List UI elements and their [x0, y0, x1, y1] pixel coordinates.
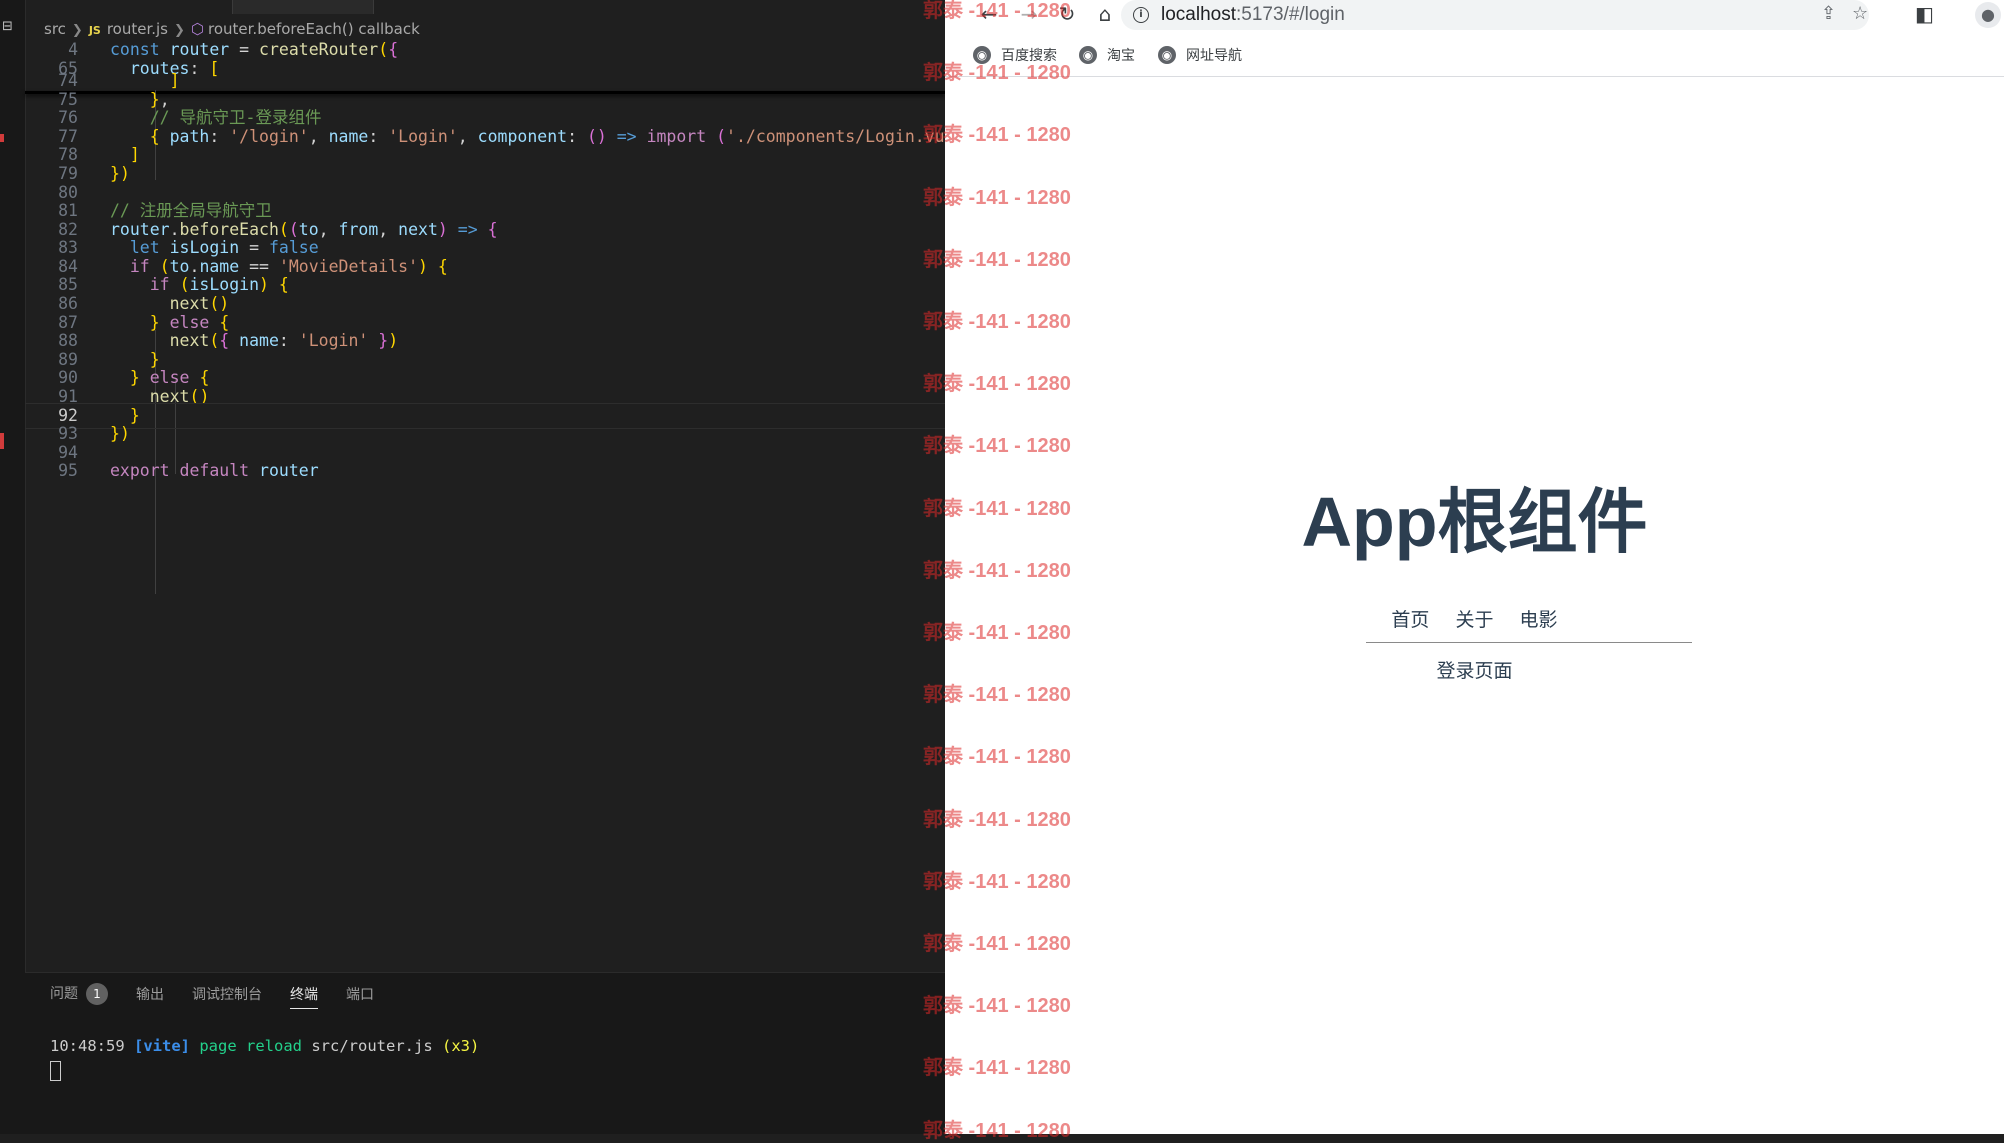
breadcrumb-folder[interactable]: src: [44, 20, 66, 38]
url-path: :5173/#/login: [1236, 4, 1345, 25]
panel-tab[interactable]: 调试控制台: [192, 984, 262, 1008]
bookmark-baidu[interactable]: ◉ 百度搜索: [973, 44, 1057, 66]
site-info-icon[interactable]: i: [1133, 7, 1149, 23]
forward-icon[interactable]: →: [1017, 2, 1041, 26]
chevron-right-icon: ❯: [174, 23, 185, 38]
bookmark-label: 百度搜索: [1001, 48, 1057, 64]
page-title: App根组件: [1301, 483, 1648, 561]
home-icon[interactable]: ⌂: [1093, 2, 1117, 26]
js-file-icon: JS: [88, 24, 101, 37]
globe-icon: ◉: [1079, 46, 1097, 64]
line-number: 95: [58, 461, 78, 480]
nav-link-home[interactable]: 首页: [1391, 609, 1429, 631]
page-divider: [1366, 642, 1692, 643]
activity-bar: ⊟: [0, 0, 26, 1134]
terminal-cursor: [50, 1061, 61, 1081]
editor-tab[interactable]: [232, 0, 374, 14]
star-icon[interactable]: ☆: [1852, 3, 1868, 24]
code-editor[interactable]: 4 const router = createRouter({65 routes:…: [25, 42, 945, 972]
login-page-content: 登录页面: [1436, 660, 1513, 682]
nav-link-about[interactable]: 关于: [1455, 609, 1493, 631]
reload-icon[interactable]: ↻: [1055, 2, 1079, 26]
profile-avatar[interactable]: ●: [1975, 2, 2001, 28]
bookmark-taobao[interactable]: ◉ 淘宝: [1079, 44, 1135, 66]
globe-icon: ◉: [973, 46, 991, 64]
browser-toolbar: ← → ↻ ⌂ i localhost:5173/#/login ⇪ ☆ ◧ ●: [945, 0, 2004, 30]
url-text[interactable]: localhost:5173/#/login: [1161, 4, 1345, 26]
vscode-window: ⊟ src ❯ JS router.js ❯ ⬡ router.beforeEach() c…: [0, 0, 945, 1134]
bookmarks-bar: ◉ 百度搜索 ◉ 淘宝 ◉ 网址导航: [945, 40, 2004, 77]
activity-marker: [0, 134, 4, 142]
bottom-panel: 问题 1 输出 调试控制台 终端 端口 10:48:59 [vite] page relo…: [25, 972, 945, 1134]
explorer-icon[interactable]: ⊟: [2, 20, 16, 34]
terminal-message: page reload: [199, 1037, 302, 1055]
address-bar[interactable]: i localhost:5173/#/login ⇪ ☆: [1121, 0, 1869, 30]
breadcrumb-file[interactable]: router.js: [107, 20, 168, 38]
browser-window: ← → ↻ ⌂ i localhost:5173/#/login ⇪ ☆ ◧ ●…: [945, 0, 2004, 1134]
symbol-method-icon: ⬡: [190, 20, 205, 38]
bookmark-label: 网址导航: [1186, 48, 1242, 64]
code-line[interactable]: 95 export default router: [25, 459, 945, 483]
terminal-count: (x3): [442, 1037, 480, 1055]
panel-tabs: 问题 1 输出 调试控制台 终端 端口: [50, 983, 374, 1009]
problems-badge: 1: [86, 983, 108, 1005]
panel-tab[interactable]: 输出: [136, 984, 164, 1008]
chevron-right-icon: ❯: [71, 23, 83, 38]
url-host: localhost: [1161, 4, 1236, 25]
code-text: export default router: [110, 461, 319, 480]
back-icon[interactable]: ←: [977, 2, 1001, 26]
terminal-output[interactable]: 10:48:59 [vite] page reload src/router.j…: [50, 1037, 479, 1055]
activity-marker: [0, 433, 4, 449]
share-icon[interactable]: ⇪: [1821, 3, 1836, 24]
panel-tab[interactable]: 问题 1: [50, 983, 108, 1009]
terminal-tag: [vite]: [134, 1037, 190, 1055]
panel-tab[interactable]: 端口: [346, 984, 374, 1008]
bookmark-label: 淘宝: [1107, 48, 1135, 64]
terminal-file: src/router.js: [311, 1037, 433, 1055]
globe-icon: ◉: [1158, 46, 1176, 64]
panel-tab[interactable]: 终端: [290, 984, 318, 1009]
bookmark-nav[interactable]: ◉ 网址导航: [1158, 44, 1242, 66]
breadcrumb-symbol[interactable]: router.beforeEach() callback: [208, 20, 420, 38]
breadcrumb: src ❯ JS router.js ❯ ⬡ router.beforeEach() cal…: [44, 18, 420, 40]
side-panel-icon[interactable]: ◧: [1915, 2, 1934, 26]
nav-link-movies[interactable]: 电影: [1520, 609, 1558, 631]
page-nav: 首页 关于 电影: [945, 605, 2004, 632]
terminal-time: 10:48:59: [50, 1037, 125, 1055]
